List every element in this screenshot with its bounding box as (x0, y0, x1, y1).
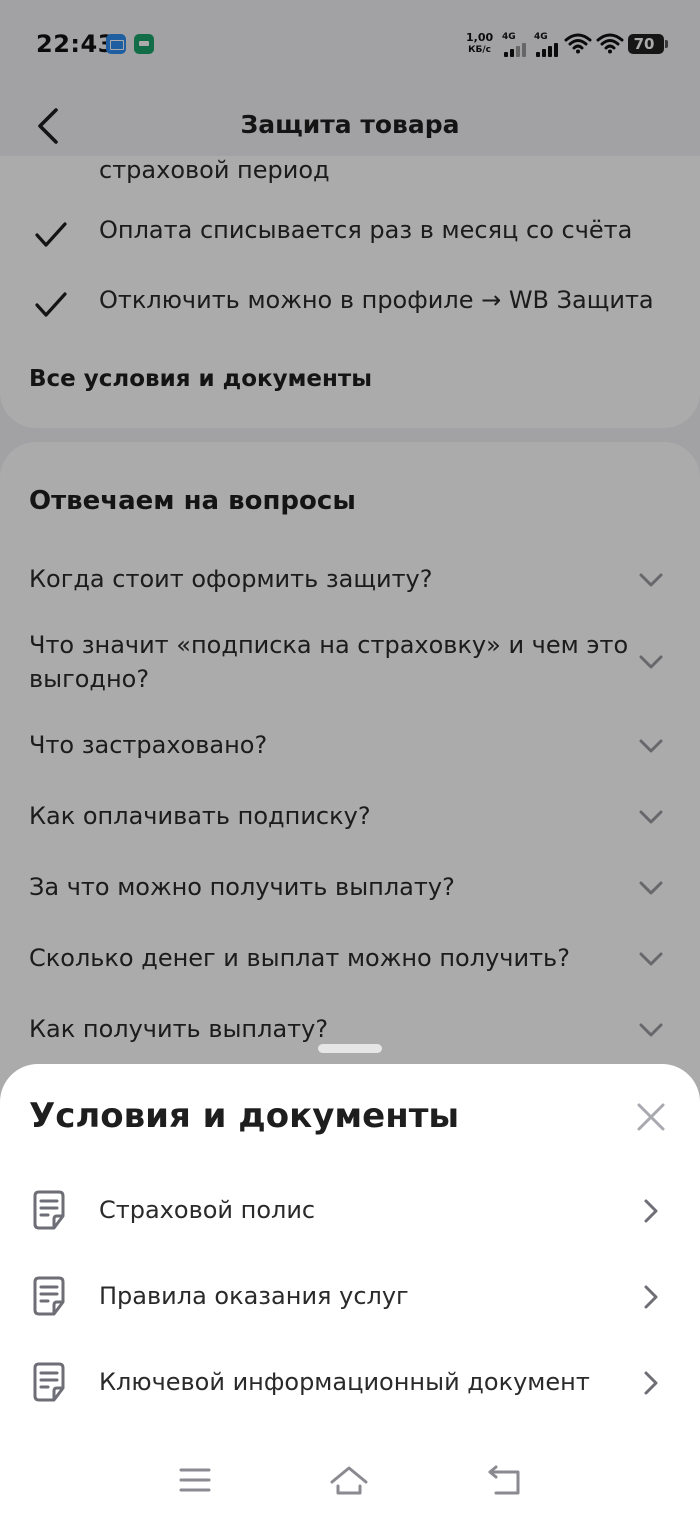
document-label: Страховой полис (99, 1196, 316, 1224)
document-row-policy[interactable]: Страховой полис (0, 1170, 700, 1250)
close-icon (637, 1103, 665, 1131)
document-label: Правила оказания услуг (99, 1282, 409, 1310)
chevron-right-icon (644, 1371, 658, 1395)
chevron-right-icon (644, 1285, 658, 1309)
document-icon (33, 1276, 65, 1316)
document-row-rules[interactable]: Правила оказания услуг (0, 1256, 700, 1336)
sheet-title: Условия и документы (29, 1096, 460, 1136)
document-row-key-info[interactable]: Ключевой информационный документ (0, 1342, 700, 1422)
chevron-right-icon (644, 1199, 658, 1223)
home-icon[interactable] (329, 1460, 369, 1500)
sheet-drag-handle[interactable] (318, 1044, 382, 1053)
close-button[interactable] (630, 1096, 672, 1138)
document-label: Ключевой информационный документ (99, 1368, 590, 1396)
system-nav-bar (0, 1440, 700, 1520)
document-icon (33, 1190, 65, 1230)
back-icon[interactable] (484, 1460, 524, 1500)
screen: 22:43 1,00 КБ/с 4G 4G 70 страховой перио… (0, 0, 700, 1520)
menu-icon[interactable] (175, 1460, 215, 1500)
document-icon (33, 1362, 65, 1402)
